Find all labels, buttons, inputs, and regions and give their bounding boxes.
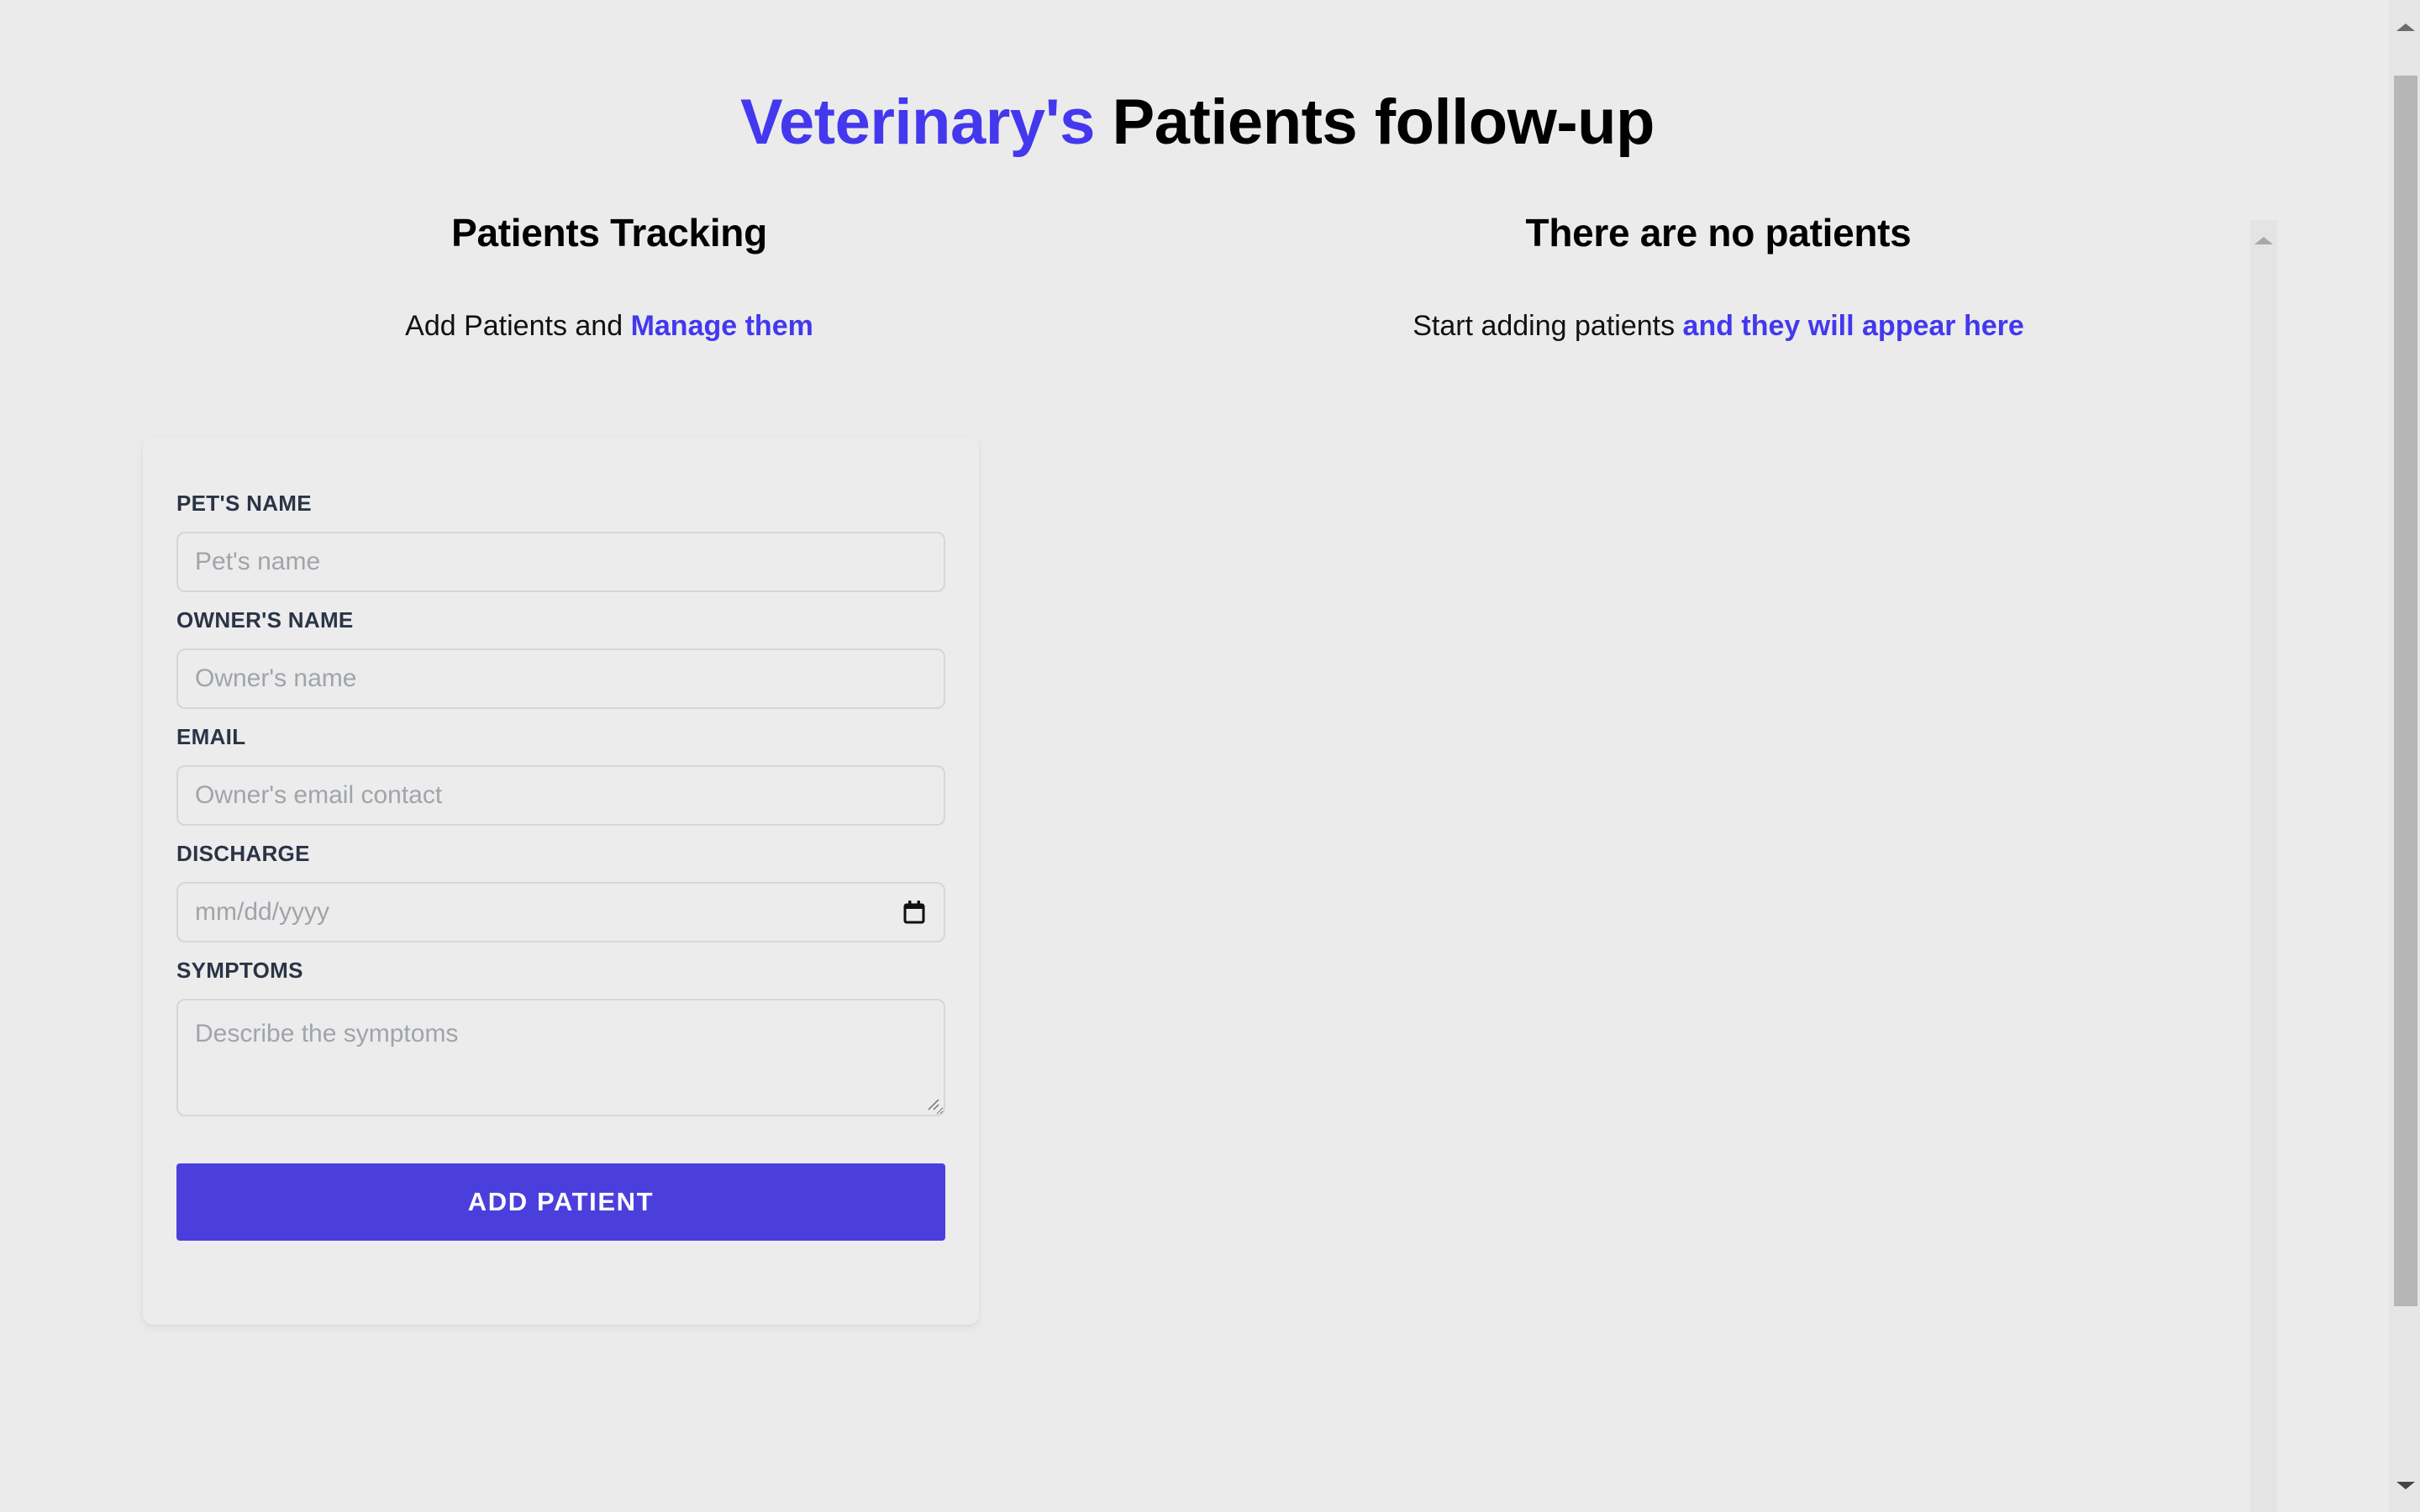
no-patients-subtitle-prefix: Start adding patients (1413, 310, 1683, 343)
label-symptoms: SYMPTOMS (176, 957, 303, 983)
discharge-date-wrapper (176, 881, 945, 942)
symptoms-textarea[interactable] (176, 998, 945, 1116)
patients-tracking-heading: Patients Tracking (451, 211, 767, 255)
page-title: Veterinary's Patients follow-up (0, 85, 2395, 160)
page-title-rest: Patients follow-up (1112, 86, 1655, 158)
patients-tracking-subtitle-prefix: Add Patients and (405, 310, 631, 343)
label-email: EMAIL (176, 723, 246, 749)
page-scrollbar-thumb[interactable] (2394, 76, 2417, 1306)
field-pet-name: PET'S NAME (176, 491, 945, 592)
symptoms-textarea-wrapper (176, 998, 945, 1116)
inner-scrollbar[interactable] (2250, 220, 2277, 1512)
no-patients-subtitle: Start adding patients and they will appe… (1260, 308, 2176, 344)
add-patient-form: PET'S NAME OWNER'S NAME EMAIL DISCHARGE (143, 436, 979, 1325)
field-symptoms: SYMPTOMS (176, 958, 945, 1116)
patients-tracking-subtitle: Add Patients and Manage them (151, 308, 1067, 344)
no-patients-heading: There are no patients (1525, 211, 1912, 255)
label-pet-name: PET'S NAME (176, 490, 312, 516)
page-title-accent: Veterinary's (740, 86, 1095, 158)
scroll-up-arrow-icon[interactable] (2391, 12, 2420, 42)
add-patient-button[interactable]: ADD PATIENT (176, 1163, 945, 1241)
patients-list-column: There are no patients Start adding patie… (1185, 210, 2252, 373)
label-owner-name: OWNER'S NAME (176, 606, 354, 633)
inner-scroll-up-arrow-icon[interactable] (2250, 227, 2277, 254)
email-input[interactable] (176, 764, 945, 826)
label-discharge: DISCHARGE (176, 840, 310, 866)
app-root: Veterinary's Patients follow-up Patients… (0, 0, 2420, 1512)
pet-name-input[interactable] (176, 531, 945, 592)
owner-name-input[interactable] (176, 648, 945, 709)
field-discharge: DISCHARGE (176, 841, 945, 942)
patients-tracking-column: Patients Tracking Add Patients and Manag… (76, 210, 1143, 1325)
scroll-down-arrow-icon[interactable] (2391, 1470, 2420, 1500)
manage-them-link[interactable]: Manage them (631, 310, 813, 342)
discharge-date-input[interactable] (176, 881, 945, 942)
page-scrollbar[interactable] (2390, 0, 2420, 1512)
field-email: EMAIL (176, 724, 945, 826)
field-owner-name: OWNER'S NAME (176, 607, 945, 709)
no-patients-subtitle-highlight: and they will appear here (1682, 310, 2024, 343)
main-content: Patients Tracking Add Patients and Manag… (0, 210, 2395, 1512)
